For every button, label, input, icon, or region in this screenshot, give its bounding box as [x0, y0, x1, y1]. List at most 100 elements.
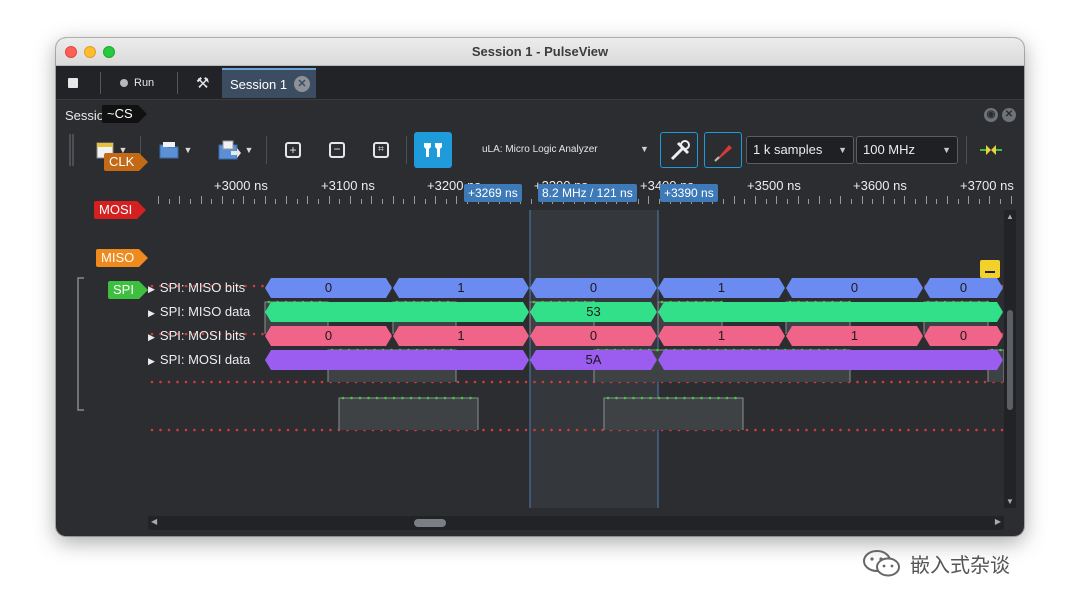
ruler-tick	[808, 199, 810, 204]
decoder-annotation[interactable]: 0	[924, 326, 1003, 346]
zoom-fit-button[interactable]: ⌗	[366, 134, 396, 166]
tab-session-1[interactable]: Session 1 ✕	[222, 68, 316, 98]
save-file-button[interactable]: ▼	[210, 134, 260, 166]
show-cursors-button[interactable]	[414, 132, 452, 168]
miso-trace-sample	[252, 428, 256, 432]
device-config-button[interactable]	[660, 132, 698, 168]
ruler-tick	[904, 196, 906, 204]
ruler-tick	[989, 196, 991, 204]
decoder-annotation[interactable]: 0	[924, 278, 1003, 298]
mosi-trace-sample	[924, 380, 927, 384]
decoder-row-label[interactable]: ▶ SPI: MISO data	[148, 302, 250, 322]
decoder-annotation[interactable]	[658, 350, 1003, 370]
wechat-icon	[863, 550, 900, 577]
decoder-annotation[interactable]: 0	[530, 278, 657, 298]
sample-count-select[interactable]: 1 k samples ▼	[746, 136, 854, 164]
ruler-tick	[840, 196, 842, 204]
miso-trace-sample-high	[426, 396, 430, 400]
mosi-trace-sample	[499, 380, 502, 384]
settings-tools-button[interactable]: ⚒	[196, 66, 209, 100]
panel-close-icon[interactable]: ✕	[1002, 108, 1016, 122]
decoder-annotation[interactable]: 0	[786, 278, 923, 298]
decoder-annotation[interactable]: 53	[530, 302, 657, 322]
cursor-b-flag[interactable]: +3390 ns	[660, 184, 718, 202]
device-selector-label[interactable]: uLA: Micro Logic Analyzer	[482, 144, 598, 155]
device-chevron-icon[interactable]: ▼	[640, 144, 649, 154]
expand-row-icon[interactable]: ▶	[148, 284, 155, 294]
mosi-trace-sample	[958, 380, 961, 384]
decoder-row-label[interactable]: ▶ SPI: MOSI bits	[148, 326, 245, 346]
decoder-annotation[interactable]: 1	[393, 278, 529, 298]
signal-label-clk[interactable]: CLK	[104, 153, 149, 171]
miso-trace-sample	[244, 428, 247, 432]
decoder-annotation[interactable]: 0	[530, 326, 657, 346]
ruler-tick	[179, 196, 181, 204]
cursors-icon	[424, 143, 442, 157]
decoder-annotation[interactable]: 0	[265, 326, 392, 346]
decoder-row-label[interactable]: ▶ SPI: MISO bits	[148, 278, 245, 298]
miso-trace-sample	[890, 428, 893, 432]
decoder-row-label[interactable]: ▶ SPI: MOSI data	[148, 350, 250, 370]
scroll-up-icon[interactable]: ▲	[1006, 212, 1014, 221]
vertical-scrollbar[interactable]: ▲ ▼	[1004, 210, 1016, 508]
decoder-annotation[interactable]	[265, 302, 529, 322]
scroll-left-icon[interactable]: ◀	[151, 517, 157, 526]
expand-row-icon[interactable]: ▶	[148, 356, 155, 366]
miso-trace-sample-high	[666, 396, 669, 400]
ruler-tick	[445, 199, 447, 204]
miso-trace-sample	[822, 428, 825, 432]
mosi-trace-sample	[932, 380, 936, 384]
mosi-trace-sample	[541, 380, 545, 384]
cursor-a-flag[interactable]: +3269 ns	[464, 184, 522, 202]
signal-label-cs[interactable]: ~CS	[102, 105, 147, 123]
mosi-trace-sample	[150, 380, 154, 384]
sample-count-value: 1 k samples	[753, 142, 823, 157]
miso-trace-sample	[839, 428, 842, 432]
miso-trace-sample-high	[717, 396, 720, 400]
ruler-tick	[946, 196, 948, 204]
time-ruler[interactable]: +3000 ns +3100 ns +3200 ns +3300 ns +340…	[148, 174, 1024, 210]
sample-rate-select[interactable]: 100 MHz ▼	[856, 136, 958, 164]
expand-row-icon[interactable]: ▶	[148, 308, 155, 318]
decoder-annotation[interactable]: 1	[393, 326, 529, 346]
miso-trace-sample	[873, 428, 876, 432]
vertical-scroll-thumb[interactable]	[1007, 310, 1013, 410]
mosi-trace-sample	[873, 380, 876, 384]
ruler-tick	[722, 199, 724, 204]
mosi-trace-sample	[244, 380, 247, 384]
signal-label-miso[interactable]: MISO	[96, 249, 149, 267]
miso-trace-sample	[541, 428, 545, 432]
horizontal-scroll-thumb[interactable]	[414, 519, 446, 527]
miso-trace-sample	[779, 428, 783, 432]
decoder-annotation[interactable]: 1	[658, 278, 785, 298]
decoder-annotation[interactable]: 1	[658, 326, 785, 346]
miso-trace-sample-high	[640, 396, 644, 400]
watermark-text: 嵌入式杂谈	[910, 554, 1010, 577]
miso-trace-sample	[303, 428, 307, 432]
decoder-annotation[interactable]: 0	[265, 278, 392, 298]
run-button[interactable]: Run	[120, 66, 154, 100]
horizontal-scrollbar[interactable]: ◀ ▶	[148, 516, 1004, 530]
open-file-button[interactable]: ▼	[152, 134, 198, 166]
signal-label-mosi[interactable]: MOSI	[94, 201, 147, 219]
panel-float-icon[interactable]: ◉	[984, 108, 998, 122]
decoder-annotation[interactable]: 1	[786, 326, 923, 346]
zoom-in-button[interactable]: +	[278, 134, 308, 166]
scroll-right-icon[interactable]: ▶	[995, 517, 1001, 526]
decoder-annotation[interactable]: 5A	[530, 350, 657, 370]
decoder-label-spi[interactable]: SPI	[108, 281, 148, 299]
decoder-annotation[interactable]	[658, 302, 1003, 322]
close-tab-icon[interactable]: ✕	[294, 76, 310, 92]
watermark: 嵌入式杂谈	[862, 548, 1010, 578]
miso-trace-sample	[210, 428, 213, 432]
miso-trace-sample	[261, 428, 264, 432]
expand-row-icon[interactable]: ▶	[148, 332, 155, 342]
miso-trace-pulse-fill	[604, 398, 743, 430]
decoder-annotation[interactable]	[265, 350, 529, 370]
scroll-down-icon[interactable]: ▼	[1006, 497, 1014, 506]
channel-config-button[interactable]	[704, 132, 742, 168]
stop-button[interactable]	[68, 66, 78, 100]
add-decoder-button[interactable]	[976, 134, 1006, 166]
zoom-out-button[interactable]: −	[322, 134, 352, 166]
ruler-tick	[339, 199, 341, 204]
